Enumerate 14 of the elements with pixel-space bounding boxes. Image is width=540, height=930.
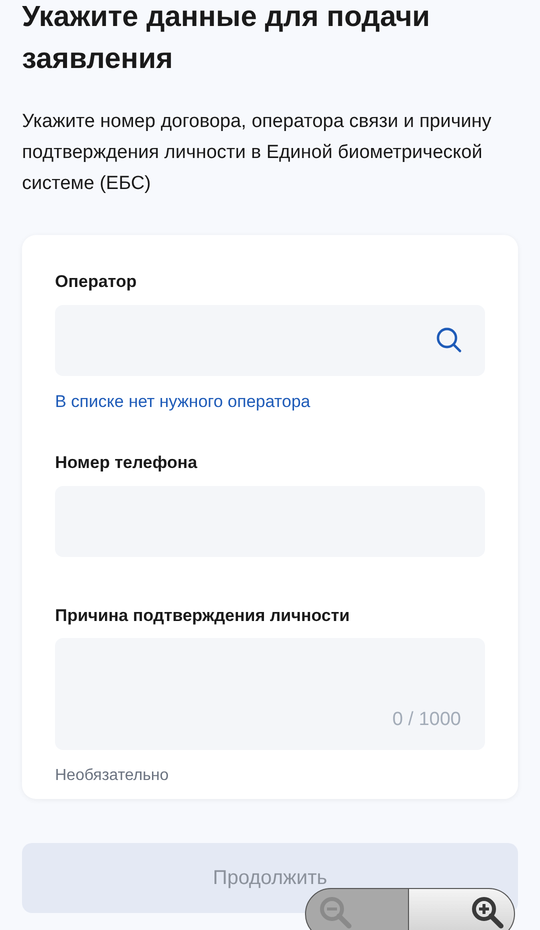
field-label: Номер телефона [55,452,198,474]
field-label: Оператор [55,271,138,293]
zoom-out-icon [318,895,352,929]
missing-operator-link[interactable]: В списке нет нужного оператора [55,388,485,414]
field-label: Причина подтверждения личности [55,604,351,626]
page-description: Укажите номер договора, оператора связи и причину подтверждения личности в Единой биометрической системе (ЕБС) [22,110,492,196]
optional-hint: Необязательно [55,766,170,786]
reason-textarea[interactable]: 0 / 1000 [55,638,485,750]
search-icon [435,326,463,354]
zoom-in-button[interactable] [409,888,515,930]
operator-search-field[interactable] [55,304,485,376]
page-title: Укажите данные для подачи заявления [22,0,432,77]
character-counter: 0 / 1000 [392,708,461,732]
zoom-in-icon [470,895,504,929]
